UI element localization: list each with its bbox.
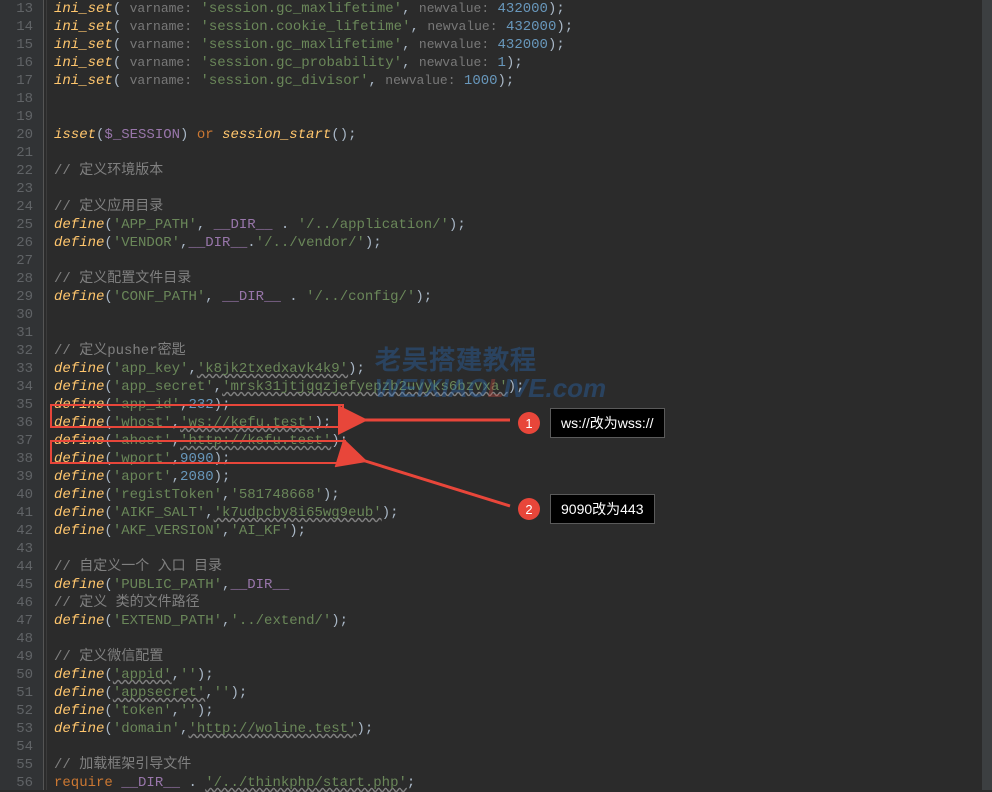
code-line-17[interactable]: ini_set( varname: 'session.gc_divisor', … [46, 72, 992, 90]
code-line-26[interactable]: define('VENDOR',__DIR__.'/../vendor/'); [46, 234, 992, 252]
code-line-46[interactable]: // 定义 类的文件路径 [46, 594, 992, 612]
line-number: 42 [14, 522, 33, 540]
code-area[interactable]: ini_set( varname: 'session.gc_maxlifetim… [44, 0, 992, 790]
code-lines: ini_set( varname: 'session.gc_maxlifetim… [46, 0, 992, 792]
code-line-44[interactable]: // 自定义一个 入口 目录 [46, 558, 992, 576]
code-line-23[interactable] [46, 180, 992, 198]
line-number: 18 [14, 90, 33, 108]
line-number: 54 [14, 738, 33, 756]
callout-text-1: ws://改为wss:// [550, 408, 665, 438]
line-number-gutter: 1314151617181920212223242526272829303132… [0, 0, 44, 790]
line-number: 45 [14, 576, 33, 594]
code-line-54[interactable] [46, 738, 992, 756]
code-line-13[interactable]: ini_set( varname: 'session.gc_maxlifetim… [46, 0, 992, 18]
line-number: 30 [14, 306, 33, 324]
line-number: 22 [14, 162, 33, 180]
code-line-29[interactable]: define('CONF_PATH', __DIR__ . '/../confi… [46, 288, 992, 306]
line-number: 53 [14, 720, 33, 738]
line-number: 35 [14, 396, 33, 414]
callout-text-2: 9090改为443 [550, 494, 655, 524]
line-number: 28 [14, 270, 33, 288]
callout-badge-2: 2 [518, 498, 540, 520]
line-number: 36 [14, 414, 33, 432]
code-line-19[interactable] [46, 108, 992, 126]
line-number: 23 [14, 180, 33, 198]
line-number: 38 [14, 450, 33, 468]
line-number: 40 [14, 486, 33, 504]
code-line-21[interactable] [46, 144, 992, 162]
line-number: 21 [14, 144, 33, 162]
line-number: 55 [14, 756, 33, 774]
code-line-22[interactable]: // 定义环境版本 [46, 162, 992, 180]
code-line-32[interactable]: // 定义pusher密匙 [46, 342, 992, 360]
line-number: 33 [14, 360, 33, 378]
line-number: 39 [14, 468, 33, 486]
line-number: 29 [14, 288, 33, 306]
code-line-39[interactable]: define('aport',2080); [46, 468, 992, 486]
code-editor: 1314151617181920212223242526272829303132… [0, 0, 992, 790]
line-number: 49 [14, 648, 33, 666]
code-line-50[interactable]: define('appid',''); [46, 666, 992, 684]
code-line-30[interactable] [46, 306, 992, 324]
line-number: 14 [14, 18, 33, 36]
code-line-24[interactable]: // 定义应用目录 [46, 198, 992, 216]
line-number: 31 [14, 324, 33, 342]
line-number: 48 [14, 630, 33, 648]
line-number: 13 [14, 0, 33, 18]
code-line-56[interactable]: require __DIR__ . '/../thinkphp/start.ph… [46, 774, 992, 792]
code-line-34[interactable]: define('app_secret','mrsk31jtjgqzjefyepz… [46, 378, 992, 396]
line-number: 16 [14, 54, 33, 72]
line-number: 20 [14, 126, 33, 144]
code-line-16[interactable]: ini_set( varname: 'session.gc_probabilit… [46, 54, 992, 72]
code-line-55[interactable]: // 加载框架引导文件 [46, 756, 992, 774]
code-line-33[interactable]: define('app_key','k8jk2txedxavk4k9'); [46, 360, 992, 378]
code-line-43[interactable] [46, 540, 992, 558]
line-number: 41 [14, 504, 33, 522]
code-line-20[interactable]: isset($_SESSION) or session_start(); [46, 126, 992, 144]
code-line-38[interactable]: define('wport',9090); [46, 450, 992, 468]
line-number: 52 [14, 702, 33, 720]
line-number: 51 [14, 684, 33, 702]
code-line-25[interactable]: define('APP_PATH', __DIR__ . '/../applic… [46, 216, 992, 234]
callout-1: 1 ws://改为wss:// [518, 408, 665, 438]
code-line-27[interactable] [46, 252, 992, 270]
line-number: 50 [14, 666, 33, 684]
line-number: 32 [14, 342, 33, 360]
line-number: 17 [14, 72, 33, 90]
line-number: 46 [14, 594, 33, 612]
code-line-31[interactable] [46, 324, 992, 342]
line-number: 15 [14, 36, 33, 54]
line-number: 19 [14, 108, 33, 126]
code-line-53[interactable]: define('domain','http://woline.test'); [46, 720, 992, 738]
callout-2: 2 9090改为443 [518, 494, 655, 524]
code-line-18[interactable] [46, 90, 992, 108]
code-line-28[interactable]: // 定义配置文件目录 [46, 270, 992, 288]
line-number: 56 [14, 774, 33, 792]
code-line-47[interactable]: define('EXTEND_PATH','../extend/'); [46, 612, 992, 630]
code-line-49[interactable]: // 定义微信配置 [46, 648, 992, 666]
line-number: 47 [14, 612, 33, 630]
code-line-15[interactable]: ini_set( varname: 'session.gc_maxlifetim… [46, 36, 992, 54]
line-number: 24 [14, 198, 33, 216]
code-line-52[interactable]: define('token',''); [46, 702, 992, 720]
line-number: 44 [14, 558, 33, 576]
code-line-48[interactable] [46, 630, 992, 648]
line-number: 26 [14, 234, 33, 252]
line-number: 43 [14, 540, 33, 558]
line-number: 25 [14, 216, 33, 234]
line-number: 34 [14, 378, 33, 396]
vertical-scrollbar[interactable] [982, 0, 992, 790]
code-line-45[interactable]: define('PUBLIC_PATH',__DIR__ [46, 576, 992, 594]
callout-badge-1: 1 [518, 412, 540, 434]
line-number: 37 [14, 432, 33, 450]
line-number: 27 [14, 252, 33, 270]
code-line-42[interactable]: define('AKF_VERSION','AI_KF'); [46, 522, 992, 540]
code-line-51[interactable]: define('appsecret',''); [46, 684, 992, 702]
code-line-14[interactable]: ini_set( varname: 'session.cookie_lifeti… [46, 18, 992, 36]
